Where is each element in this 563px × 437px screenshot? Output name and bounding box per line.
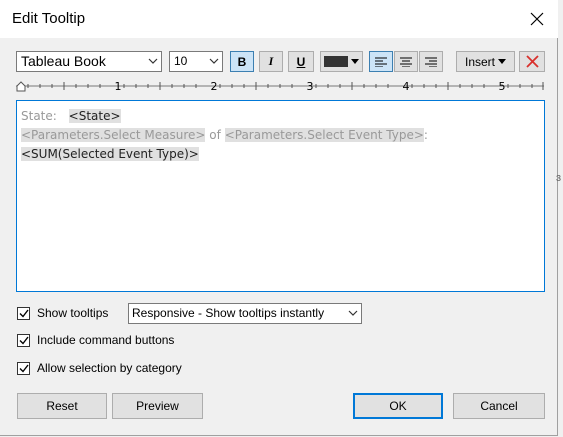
include-command-buttons-row: Include command buttons	[17, 332, 174, 348]
preview-button[interactable]: Preview	[112, 393, 203, 419]
colon-text: :	[423, 128, 428, 142]
insert-label: Insert	[464, 54, 495, 69]
show-tooltips-checkbox[interactable]	[17, 306, 30, 320]
text-color-button[interactable]	[320, 51, 363, 72]
reset-button[interactable]: Reset	[17, 393, 107, 419]
edit-tooltip-dialog: Edit Tooltip Tableau Book 10 B I U Inser…	[0, 0, 558, 436]
align-center-button[interactable]	[394, 51, 418, 72]
sum-selected-event-type-field: <SUM(Selected Event Type)>	[21, 147, 199, 161]
splitter-handle-icon[interactable]: ɜ	[556, 172, 561, 184]
indent-marker-icon[interactable]	[16, 81, 26, 92]
align-center-icon	[400, 57, 412, 67]
ruler-number-2: 2	[211, 80, 218, 93]
checkmark-icon	[19, 364, 29, 373]
chevron-down-icon	[209, 58, 219, 64]
allow-selection-checkbox[interactable]	[17, 361, 30, 375]
font-size-value: 10	[174, 54, 188, 68]
chevron-down-icon	[148, 58, 158, 64]
ok-label: OK	[389, 399, 407, 413]
italic-button[interactable]: I	[259, 51, 283, 72]
include-command-buttons-checkbox[interactable]	[17, 333, 30, 347]
align-left-icon	[375, 57, 387, 67]
include-command-buttons-label: Include command buttons	[37, 333, 175, 347]
ruler-number-5: 5	[499, 80, 506, 93]
ruler: 1 2 3 4 5	[16, 77, 544, 93]
clear-formatting-button[interactable]	[519, 51, 545, 72]
chevron-down-icon	[348, 310, 358, 316]
tooltip-editor[interactable]: State: <State> <Parameters.Select Measur…	[16, 100, 545, 292]
caret-down-icon	[498, 58, 506, 64]
bold-button[interactable]: B	[230, 51, 254, 72]
state-label: State:	[21, 109, 57, 123]
show-tooltips-row: Show tooltips	[17, 305, 108, 321]
insert-button[interactable]: Insert	[456, 51, 515, 72]
select-measure-field: <Parameters.Select Measure>	[21, 128, 206, 142]
preview-label: Preview	[136, 399, 179, 413]
show-tooltips-label: Show tooltips	[37, 306, 109, 320]
editor-line-2: <Parameters.Select Measure> of <Paramete…	[21, 128, 428, 142]
align-left-button[interactable]	[369, 51, 393, 72]
of-text: of	[209, 128, 221, 142]
ruler-number-4: 4	[403, 80, 410, 93]
state-field: <State>	[68, 109, 121, 123]
editor-line-1: State: <State>	[21, 109, 121, 123]
cancel-label: Cancel	[480, 399, 518, 413]
bold-label: B	[237, 54, 247, 69]
ruler-number-3: 3	[307, 80, 314, 93]
reset-label: Reset	[46, 399, 78, 413]
font-size-dropdown[interactable]: 10	[169, 51, 223, 72]
underline-button[interactable]: U	[288, 51, 314, 72]
checkmark-icon	[19, 309, 29, 318]
font-family-value: Tableau Book	[21, 53, 106, 69]
align-right-button[interactable]	[419, 51, 443, 72]
ruler-number-1: 1	[115, 80, 122, 93]
close-button[interactable]	[522, 4, 552, 34]
tooltip-mode-dropdown[interactable]: Responsive - Show tooltips instantly	[128, 303, 362, 324]
ok-button[interactable]: OK	[353, 393, 443, 419]
font-family-dropdown[interactable]: Tableau Book	[16, 51, 162, 72]
red-x-icon	[525, 55, 539, 68]
close-icon	[530, 12, 544, 26]
title-bar: Edit Tooltip	[0, 0, 558, 38]
underline-label: U	[296, 54, 306, 69]
caret-down-icon	[351, 58, 359, 64]
text-color-swatch	[324, 56, 348, 67]
italic-label: I	[268, 54, 274, 68]
select-event-type-field: <Parameters.Select Event Type>	[224, 128, 424, 142]
ruler-scale: 1 2 3 4 5	[16, 80, 544, 93]
cancel-button[interactable]: Cancel	[453, 393, 545, 419]
tooltip-mode-value: Responsive - Show tooltips instantly	[132, 306, 325, 320]
editor-line-3: <SUM(Selected Event Type)>	[21, 147, 199, 161]
align-right-icon	[425, 57, 437, 67]
checkmark-icon	[19, 336, 29, 345]
dialog-title: Edit Tooltip	[12, 10, 86, 27]
allow-selection-label: Allow selection by category	[37, 361, 182, 375]
allow-selection-row: Allow selection by category	[17, 360, 182, 376]
